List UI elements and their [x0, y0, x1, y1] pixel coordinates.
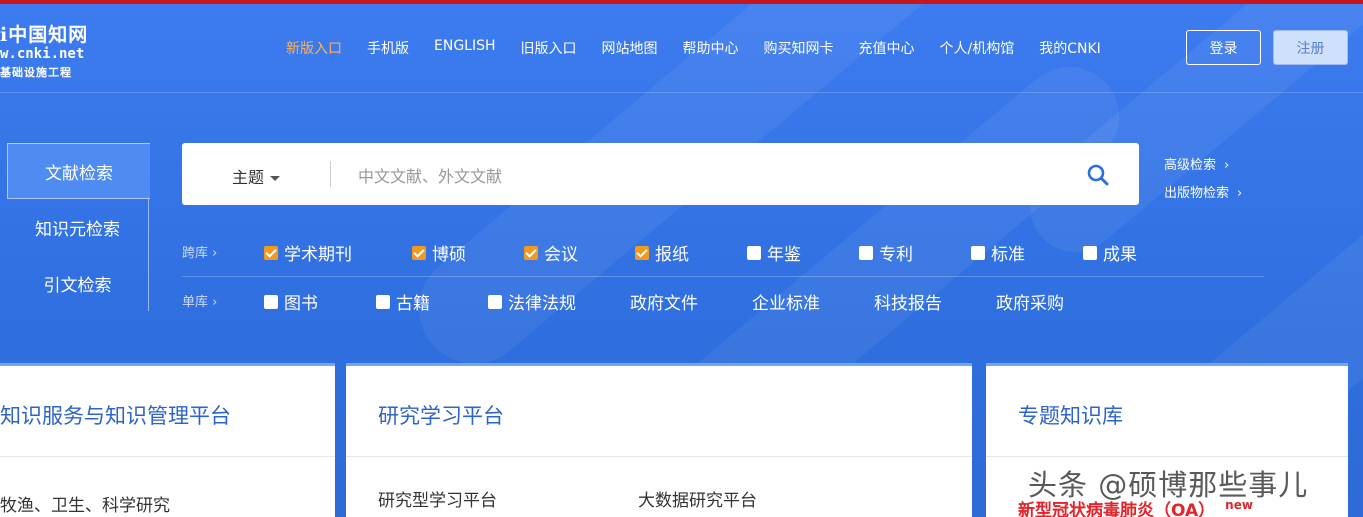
- checkbox-conferences[interactable]: 会议: [524, 240, 578, 265]
- search-field-select[interactable]: 主题: [232, 164, 281, 188]
- chevron-right-icon: ›: [1224, 158, 1230, 173]
- checkbox-icon: [859, 245, 873, 260]
- checkbox-icon: [376, 294, 390, 309]
- checkbox-laws[interactable]: 法律法规: [488, 289, 576, 314]
- search-bar: 主题 中文文献、外文文献: [182, 143, 1139, 205]
- checkbox-yearbooks[interactable]: 年鉴: [747, 240, 801, 265]
- logo-title: i中国知网: [0, 24, 89, 46]
- search-input[interactable]: 中文文献、外文文献: [358, 163, 502, 187]
- checkbox-standards[interactable]: 标准: [971, 240, 1025, 265]
- register-button[interactable]: 注册: [1273, 30, 1348, 65]
- link-gov-procurement[interactable]: 政府采购: [996, 289, 1064, 314]
- checkbox-checked-icon: [635, 245, 649, 260]
- card-title[interactable]: 知识服务与知识管理平台: [0, 400, 231, 430]
- checkbox-icon: [488, 294, 502, 309]
- checkbox-icon: [747, 245, 761, 260]
- checkbox-icon: [971, 245, 985, 260]
- card-divider: [346, 456, 972, 457]
- checkbox-checked-icon: [264, 245, 278, 260]
- advanced-links: 高级检索 › 出版物检索 ›: [1164, 154, 1242, 210]
- chevron-right-icon: ›: [212, 294, 218, 310]
- research-learning-platform-link[interactable]: 研究型学习平台: [378, 486, 497, 511]
- checkbox-icon: [264, 294, 278, 309]
- cross-db-label[interactable]: 跨库 ›: [182, 242, 262, 261]
- nav-new-entry[interactable]: 新版入口: [286, 38, 342, 58]
- top-nav: 新版入口 手机版 ENGLISH 旧版入口 网站地图 帮助中心 购买知网卡 充值…: [286, 38, 1126, 58]
- nav-old-entry[interactable]: 旧版入口: [521, 38, 577, 58]
- checkbox-ancient-books[interactable]: 古籍: [376, 289, 430, 314]
- cnki-logo[interactable]: i中国知网 w.cnki.net 基础设施工程: [0, 18, 110, 80]
- card-title[interactable]: 研究学习平台: [378, 400, 504, 430]
- checkbox-newspapers[interactable]: 报纸: [635, 240, 689, 265]
- logo-url: w.cnki.net: [0, 46, 85, 62]
- chevron-right-icon: ›: [212, 245, 218, 261]
- caret-down-icon: [270, 176, 281, 181]
- nav-recharge[interactable]: 充值中心: [859, 38, 915, 58]
- tab-citation-search[interactable]: 引文检索: [7, 255, 148, 311]
- card-title[interactable]: 专题知识库: [1018, 400, 1123, 430]
- watermark: 头条 @硕博那些事儿: [1028, 468, 1309, 502]
- card-divider: [0, 456, 335, 457]
- nav-personal-org[interactable]: 个人/机构馆: [940, 38, 1015, 58]
- row-divider: [182, 276, 1264, 277]
- checkbox-patents[interactable]: 专利: [859, 240, 913, 265]
- nav-buy-card[interactable]: 购买知网卡: [764, 38, 834, 58]
- checkbox-books[interactable]: 图书: [264, 289, 318, 314]
- header-divider: [0, 92, 1363, 93]
- nav-sitemap[interactable]: 网站地图: [602, 38, 658, 58]
- search-icon[interactable]: [1086, 163, 1110, 187]
- card-item[interactable]: 牧渔、卫生、科学研究: [0, 491, 170, 516]
- link-enterprise-standards[interactable]: 企业标准: [752, 289, 820, 314]
- login-button[interactable]: 登录: [1186, 30, 1261, 65]
- big-data-platform-link[interactable]: 大数据研究平台: [638, 486, 757, 511]
- tab-knowledge-element-search[interactable]: 知识元检索: [7, 199, 148, 255]
- search-divider: [330, 161, 331, 187]
- checkbox-journals[interactable]: 学术期刊: [264, 240, 352, 265]
- search-field-label: 主题: [232, 168, 265, 187]
- card-knowledge-service: 知识服务与知识管理平台 牧渔、卫生、科学研究: [0, 363, 335, 517]
- card-research-learning: 研究学习平台 研究型学习平台 大数据研究平台: [346, 363, 972, 517]
- nav-mobile[interactable]: 手机版: [367, 38, 409, 58]
- checkbox-theses[interactable]: 博硕: [412, 240, 466, 265]
- nav-help[interactable]: 帮助中心: [683, 38, 739, 58]
- card-divider: [986, 456, 1348, 457]
- link-government-docs[interactable]: 政府文件: [630, 289, 698, 314]
- nav-my-cnki[interactable]: 我的CNKI: [1039, 38, 1101, 58]
- link-tech-reports[interactable]: 科技报告: [874, 289, 942, 314]
- search-type-tabs: 文献检索 知识元检索 引文检索: [7, 143, 150, 311]
- single-db-label[interactable]: 单库 ›: [182, 291, 262, 310]
- logo-tagline: 基础设施工程: [0, 66, 72, 79]
- checkbox-icon: [1083, 245, 1097, 260]
- checkbox-achievements[interactable]: 成果: [1083, 240, 1137, 265]
- cross-db-row: 跨库 ›: [182, 236, 262, 266]
- checkbox-checked-icon: [524, 245, 538, 260]
- chevron-right-icon: ›: [1237, 186, 1243, 201]
- checkbox-checked-icon: [412, 245, 426, 260]
- single-db-row: 单库 ›: [182, 285, 262, 315]
- advanced-search-link[interactable]: 高级检索 ›: [1164, 154, 1242, 182]
- tab-literature-search[interactable]: 文献检索: [7, 143, 150, 199]
- nav-english[interactable]: ENGLISH: [434, 38, 496, 58]
- publication-search-link[interactable]: 出版物检索 ›: [1164, 182, 1242, 210]
